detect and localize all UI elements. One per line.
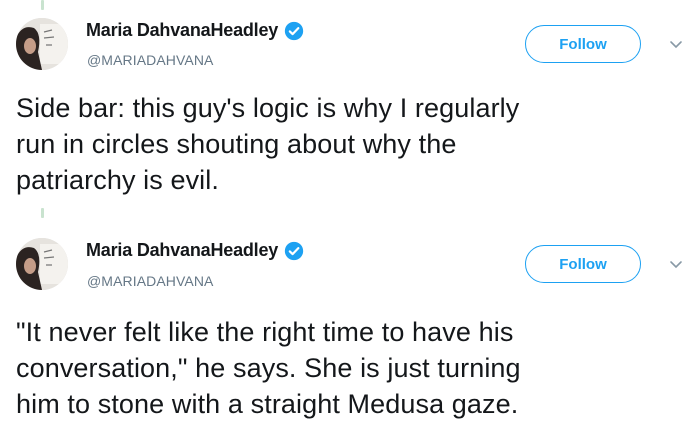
chevron-down-icon[interactable] — [668, 37, 684, 53]
avatar[interactable] — [16, 18, 68, 70]
author-row: Maria DahvanaHeadley — [86, 20, 304, 41]
follow-button[interactable]: Follow — [525, 25, 641, 63]
tweet-text-line: run in circles shouting about why the — [16, 129, 457, 159]
author-display-name[interactable]: Maria DahvanaHeadley — [86, 240, 278, 261]
author-row: Maria DahvanaHeadley — [86, 240, 304, 261]
tweet-text: "It never felt like the right time to ha… — [16, 314, 686, 422]
tweet-2: Maria DahvanaHeadley @MARIADAHVANA Follo… — [0, 218, 700, 442]
avatar-image — [16, 18, 68, 70]
author-handle[interactable]: @MARIADAHVANA — [87, 52, 214, 68]
chevron-down-icon[interactable] — [668, 257, 684, 273]
avatar[interactable] — [16, 238, 68, 290]
verified-badge-icon — [284, 241, 304, 260]
follow-button[interactable]: Follow — [525, 245, 641, 283]
tweet-text-line: conversation," he says. She is just turn… — [16, 353, 521, 383]
author-display-name[interactable]: Maria DahvanaHeadley — [86, 20, 278, 41]
author-handle[interactable]: @MARIADAHVANA — [87, 273, 214, 289]
tweet-text-line: Side bar: this guy's logic is why I regu… — [16, 93, 520, 123]
tweet-1: Maria DahvanaHeadley @MARIADAHVANA Follo… — [0, 0, 700, 215]
tweet-text-line: "It never felt like the right time to ha… — [16, 317, 514, 347]
tweet-text-line: patriarchy is evil. — [16, 165, 219, 195]
tweet-text-line: him to stone with a straight Medusa gaze… — [16, 389, 519, 419]
verified-badge-icon — [284, 21, 304, 40]
tweet-text: Side bar: this guy's logic is why I regu… — [16, 90, 686, 198]
avatar-image — [16, 238, 68, 290]
